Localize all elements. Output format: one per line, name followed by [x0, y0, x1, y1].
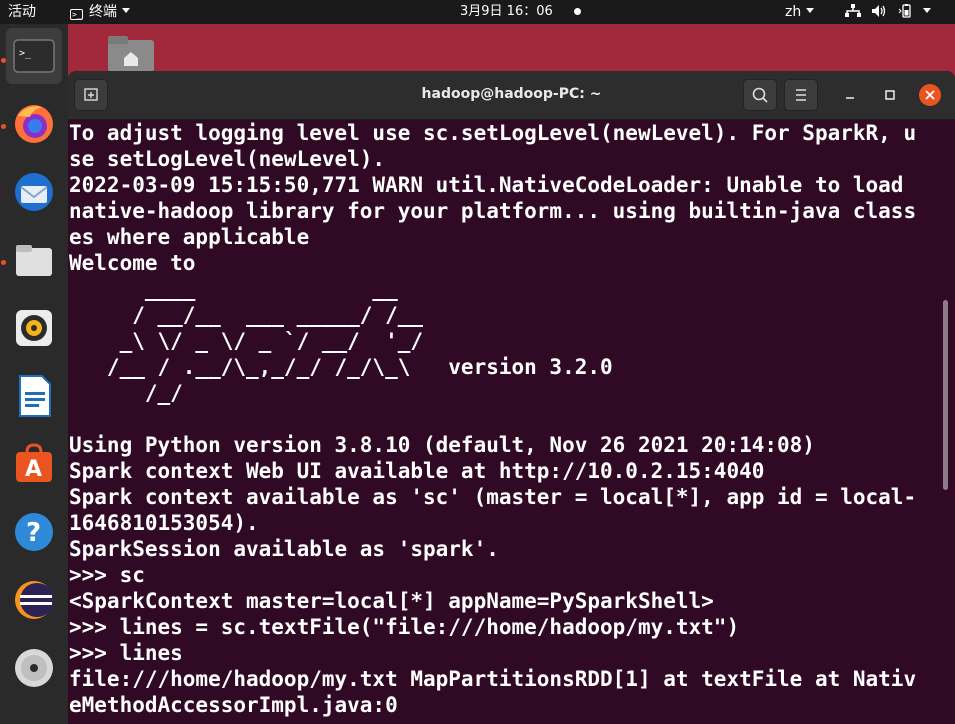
terminal-line: 1646810153054).: [69, 511, 259, 535]
dock-item-terminal[interactable]: >_: [6, 28, 62, 84]
terminal-line: >>> sc: [69, 563, 145, 587]
svg-text:A: A: [25, 457, 42, 482]
window-header-bar: hadoop@hadoop-PC: ~: [68, 71, 955, 120]
terminal-line: <SparkContext master=local[*] appName=Py…: [69, 589, 714, 613]
app-menu-label: 终端: [89, 4, 117, 20]
search-button[interactable]: [743, 79, 777, 111]
terminal-line: /__ / .__/\_,_/_/ /_/\_\ version 3.2.0: [69, 355, 613, 379]
dock-item-dvd-drive[interactable]: [6, 640, 62, 696]
terminal-line: Welcome to: [69, 251, 196, 275]
dock-item-libreoffice-writer[interactable]: [6, 368, 62, 424]
clock-button[interactable]: 3月9日 16：06: [460, 3, 553, 21]
terminal-text: To adjust logging level use sc.setLogLev…: [68, 120, 944, 718]
terminal-line: /_/: [69, 381, 183, 405]
hamburger-menu-icon: [796, 89, 806, 101]
dock-item-eclipse[interactable]: [6, 572, 62, 628]
terminal-line: se setLogLevel(newLevel).: [69, 147, 386, 171]
minimize-button[interactable]: [839, 84, 861, 106]
files-icon: [16, 245, 52, 276]
close-icon: [925, 90, 935, 100]
activities-button[interactable]: 活动: [8, 3, 36, 21]
chevron-down-icon: [806, 8, 815, 13]
terminal-line: _\ \/ _ \/ _ `/ __/ '_/: [69, 329, 424, 353]
dock-item-help[interactable]: ?: [6, 504, 62, 560]
terminal-icon: >_: [13, 39, 55, 73]
svg-text:>_: >_: [19, 48, 32, 59]
dock-item-firefox[interactable]: [6, 96, 62, 152]
notification-dot-icon: [574, 8, 581, 15]
dock: >_ A ?: [0, 24, 68, 724]
search-icon: [752, 87, 768, 103]
terminal-line: Spark context available as 'sc' (master …: [69, 485, 917, 509]
terminal-line: To adjust logging level use sc.setLogLev…: [69, 121, 917, 145]
minimize-icon: [846, 97, 854, 99]
close-button[interactable]: [919, 84, 941, 106]
thunderbird-icon: [15, 173, 53, 211]
input-method-button[interactable]: zh: [785, 3, 815, 21]
disc-icon: [15, 649, 53, 687]
terminal-line: native-hadoop library for your platform.…: [69, 199, 917, 223]
dock-item-files[interactable]: [6, 232, 62, 288]
firefox-icon: [15, 105, 53, 143]
terminal-output[interactable]: To adjust logging level use sc.setLogLev…: [68, 120, 944, 724]
terminal-line: >>> lines: [69, 641, 183, 665]
rhythmbox-icon: [16, 310, 52, 346]
top-bar: 活动 >_ 终端 3月9日 16：06 zh: [0, 0, 955, 24]
dock-item-rhythmbox[interactable]: [6, 300, 62, 356]
terminal-line: file:///home/hadoop/my.txt MapPartitions…: [69, 667, 917, 691]
maximize-button[interactable]: [879, 84, 901, 106]
terminal-line: SparkSession available as 'spark'.: [69, 537, 499, 561]
software-store-icon: A: [16, 443, 52, 482]
eclipse-icon: [15, 581, 54, 619]
terminal-line: Spark context Web UI available at http:/…: [69, 459, 765, 483]
terminal-app-icon: >_: [70, 9, 83, 20]
chevron-down-icon: [122, 8, 130, 13]
maximize-icon: [885, 90, 895, 100]
svg-text:?: ?: [26, 518, 41, 548]
window-title: hadoop@hadoop-PC: ~: [421, 86, 602, 102]
writer-icon: [19, 375, 51, 417]
terminal-line: Using Python version 3.8.10 (default, No…: [69, 433, 815, 457]
volume-icon: [872, 5, 886, 17]
terminal-line: es where applicable: [69, 225, 310, 249]
input-method-label: zh: [785, 4, 802, 20]
terminal-line: eMethodAccessorImpl.java:0: [69, 693, 398, 717]
terminal-line: ____ __: [69, 277, 398, 301]
terminal-line: 2022-03-09 15:15:50,771 WARN util.Native…: [69, 173, 904, 197]
help-icon: ?: [15, 513, 53, 551]
terminal-scrollbar[interactable]: [943, 300, 948, 490]
dock-item-thunderbird[interactable]: [6, 164, 62, 220]
chevron-down-icon: [923, 8, 932, 13]
terminal-window: hadoop@hadoop-PC: ~ To adjust logging le…: [68, 71, 955, 724]
app-menu-button[interactable]: >_ 终端: [70, 3, 130, 21]
battery-icon: [898, 4, 911, 18]
network-icon: [845, 4, 861, 17]
home-folder-icon[interactable]: [108, 34, 154, 72]
menu-button[interactable]: [784, 79, 818, 111]
system-menu-button[interactable]: [845, 3, 932, 21]
terminal-line: / __/__ ___ _____/ /__: [69, 303, 424, 327]
terminal-line: >>> lines = sc.textFile("file:///home/ha…: [69, 615, 740, 639]
dock-item-ubuntu-software[interactable]: A: [6, 436, 62, 492]
